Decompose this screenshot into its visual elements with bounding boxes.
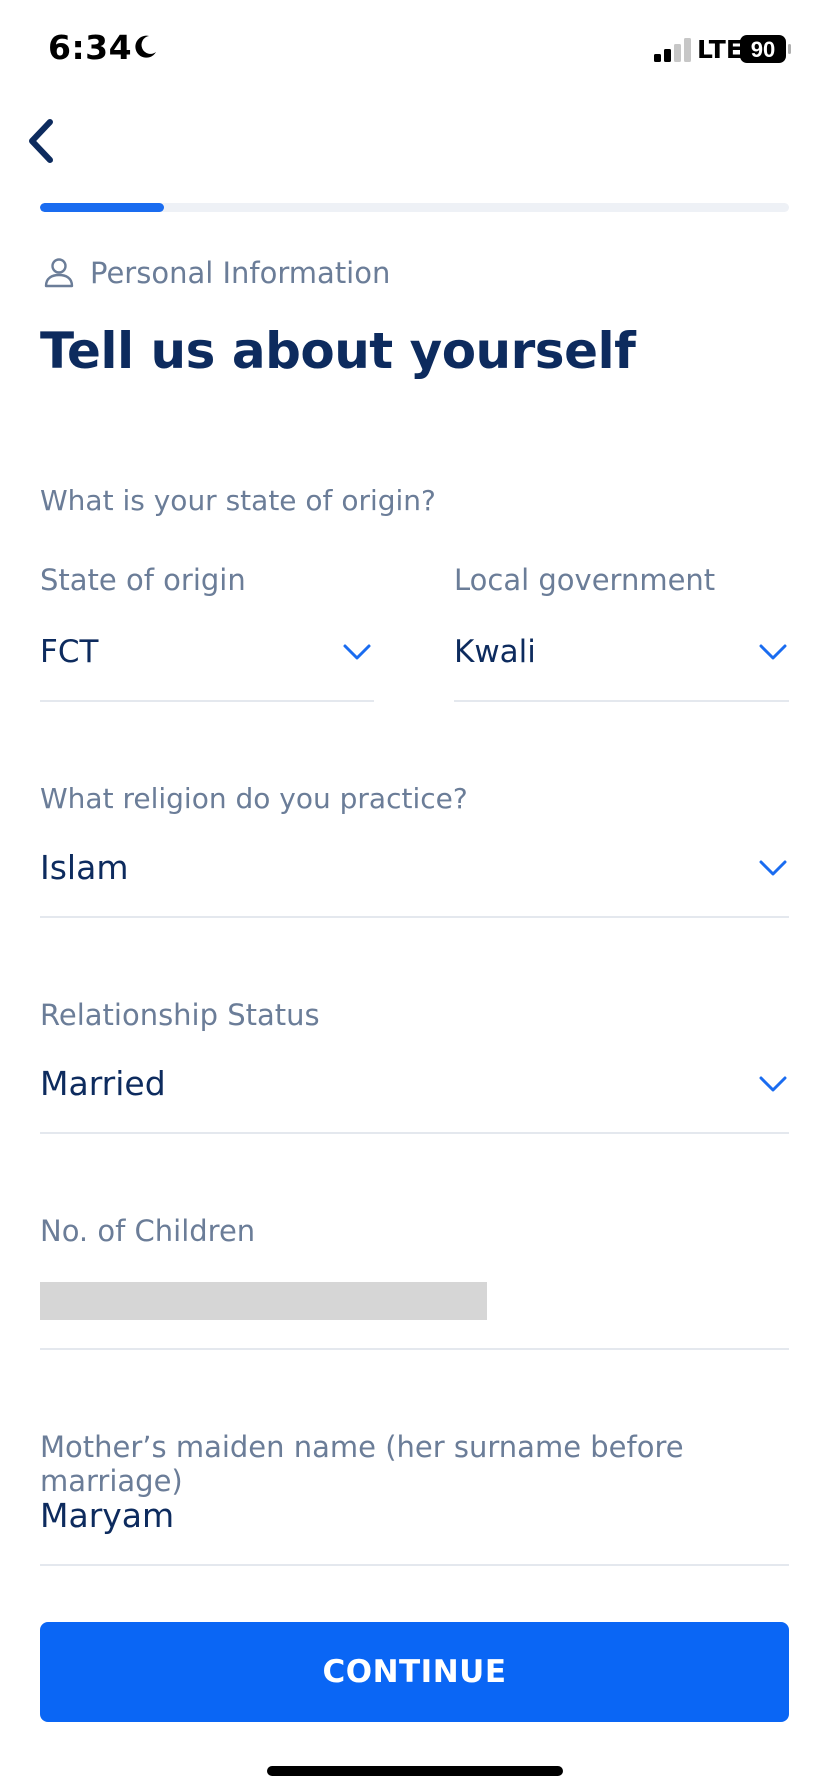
page-title: Tell us about yourself bbox=[40, 322, 636, 380]
back-button[interactable] bbox=[22, 116, 62, 166]
religion-select[interactable]: Islam bbox=[40, 842, 789, 918]
chevron-left-icon bbox=[29, 119, 53, 163]
origin-question: What is your state of origin? bbox=[40, 484, 436, 517]
progress-bar bbox=[40, 203, 789, 212]
local-government-select[interactable]: Kwali bbox=[454, 626, 789, 702]
moon-icon bbox=[135, 35, 156, 58]
local-government-label: Local government bbox=[454, 563, 716, 597]
chevron-down-icon bbox=[759, 860, 787, 876]
religion-question: What religion do you practice? bbox=[40, 782, 468, 815]
redacted-value bbox=[40, 1282, 487, 1320]
relationship-status-label: Relationship Status bbox=[40, 998, 320, 1032]
maiden-name-value: Maryam bbox=[40, 1496, 175, 1535]
person-icon bbox=[44, 258, 74, 288]
relationship-status-select[interactable]: Married bbox=[40, 1058, 789, 1134]
continue-button[interactable]: CONTINUE bbox=[40, 1622, 789, 1722]
chevron-down-icon bbox=[759, 1076, 787, 1092]
battery-icon: 90 bbox=[740, 35, 791, 63]
children-input[interactable] bbox=[40, 1276, 789, 1350]
state-of-origin-underline bbox=[40, 700, 374, 702]
relationship-status-value: Married bbox=[40, 1064, 166, 1103]
children-label: No. of Children bbox=[40, 1214, 256, 1248]
network-type: LTE bbox=[697, 35, 743, 64]
state-of-origin-label: State of origin bbox=[40, 563, 246, 597]
relationship-status-underline bbox=[40, 1132, 789, 1134]
progress-fill bbox=[40, 203, 164, 212]
section-label: Personal Information bbox=[90, 256, 391, 290]
chevron-down-icon bbox=[759, 644, 787, 660]
maiden-name-input[interactable]: Maryam bbox=[40, 1490, 789, 1566]
local-government-value: Kwali bbox=[454, 634, 536, 670]
state-of-origin-select[interactable]: FCT bbox=[40, 626, 374, 702]
state-of-origin-value: FCT bbox=[40, 634, 99, 670]
religion-value: Islam bbox=[40, 848, 129, 887]
chevron-down-icon bbox=[343, 644, 371, 660]
home-indicator bbox=[267, 1766, 563, 1776]
religion-underline bbox=[40, 916, 789, 918]
maiden-name-label: Mother’s maiden name (her surname before… bbox=[40, 1430, 684, 1498]
battery-level: 90 bbox=[751, 37, 775, 62]
status-time: 6:34 bbox=[48, 28, 133, 67]
local-government-underline bbox=[454, 700, 789, 702]
signal-icon bbox=[654, 38, 691, 62]
maiden-name-underline bbox=[40, 1564, 789, 1566]
children-underline bbox=[40, 1348, 789, 1350]
